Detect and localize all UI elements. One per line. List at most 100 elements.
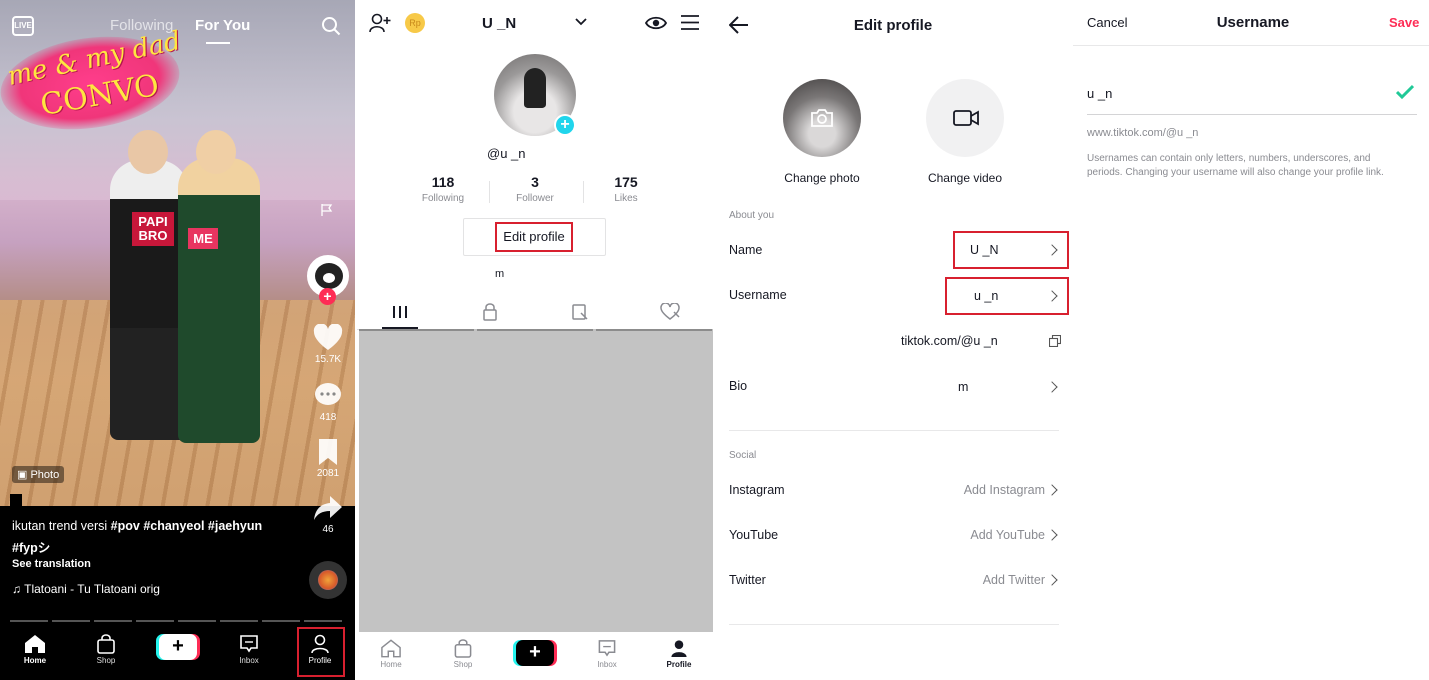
shop-bag-icon	[454, 639, 472, 658]
edit-profile-label[interactable]: Edit profile	[495, 222, 573, 252]
instagram-row-label[interactable]: Instagram	[729, 483, 785, 497]
chevron-right-icon[interactable]	[1046, 381, 1058, 393]
nav-shop-label: Shop	[453, 660, 473, 669]
nav-home[interactable]: Home	[10, 634, 60, 665]
username-input[interactable]: u _n	[1087, 86, 1112, 101]
stat-follower[interactable]: 3 Follower	[495, 174, 575, 204]
live-icon[interactable]: LIVE	[12, 16, 34, 36]
bookmark-icon	[319, 439, 337, 465]
nav-home[interactable]: Home	[366, 639, 416, 669]
private-lock-tab-icon[interactable]	[470, 303, 510, 321]
stat-likes[interactable]: 175 Likes	[586, 174, 666, 204]
username-row-label[interactable]: Username	[729, 288, 787, 302]
nav-inbox-label: Inbox	[239, 656, 259, 665]
twitter-row-label[interactable]: Twitter	[729, 573, 766, 587]
username-edit-panel: Cancel Username Save u _n www.tiktok.com…	[1073, 0, 1429, 680]
music-disc-icon[interactable]	[309, 561, 347, 599]
section-divider	[729, 430, 1059, 431]
nav-home-label: Home	[23, 656, 47, 665]
videos-grid-tab-icon[interactable]	[380, 303, 420, 321]
shop-bag-icon	[97, 634, 115, 654]
video-camera-icon	[953, 110, 979, 126]
search-icon[interactable]	[321, 16, 341, 36]
twitter-value[interactable]: Add Twitter	[983, 573, 1045, 587]
bio-value[interactable]: m	[958, 380, 968, 394]
change-photo-label[interactable]: Change photo	[757, 171, 887, 185]
reposts-tab-icon[interactable]	[559, 303, 599, 321]
person-left	[110, 160, 188, 440]
page-title: Edit profile	[853, 17, 933, 34]
name-row-label[interactable]: Name	[729, 243, 762, 257]
inbox-icon	[598, 640, 616, 657]
photo-badge-label: Photo	[30, 469, 60, 481]
tab-active-indicator	[206, 42, 230, 44]
feed-photo[interactable]: me & my dad CONVO PAPI BRO ME	[0, 0, 356, 506]
report-flag-icon[interactable]	[320, 203, 334, 217]
create-plus-button[interactable]: +	[516, 640, 554, 666]
username-value[interactable]: u _n	[974, 289, 998, 303]
like-count: 15.7K	[314, 354, 342, 365]
profile-header: Rp U _N	[357, 12, 714, 36]
coin-icon[interactable]: Rp	[405, 13, 425, 33]
section-header-about: About you	[729, 210, 775, 221]
profile-bio: m	[495, 268, 505, 280]
stat-likes-num: 175	[614, 174, 638, 190]
bookmark-count: 2081	[316, 468, 340, 479]
chevron-right-icon[interactable]	[1046, 484, 1058, 496]
create-plus-button[interactable]: +	[159, 634, 197, 660]
youtube-row-label[interactable]: YouTube	[729, 528, 778, 542]
nav-home-label: Home	[380, 660, 402, 669]
caption-hashtag-fyp[interactable]: #fypシ	[12, 541, 50, 555]
bookmark-button[interactable]: 2081	[308, 438, 348, 479]
profile-panel: Rp U _N + @u _n 118 Following 3 Follower…	[357, 0, 714, 680]
section-divider	[729, 624, 1059, 625]
tab-following[interactable]: Following	[110, 17, 173, 34]
change-video-label[interactable]: Change video	[900, 171, 1030, 185]
nav-shop[interactable]: Shop	[81, 634, 131, 665]
name-value[interactable]: U _N	[970, 243, 998, 257]
eye-icon[interactable]	[645, 14, 667, 32]
instagram-value[interactable]: Add Instagram	[964, 483, 1045, 497]
grid-separator	[359, 329, 474, 331]
chevron-down-icon[interactable]	[575, 18, 587, 26]
profile-username-title[interactable]: U _N	[482, 15, 516, 32]
stat-separator	[489, 181, 490, 203]
share-button[interactable]: 46	[308, 494, 348, 535]
like-button[interactable]: 15.7K	[308, 324, 348, 365]
stat-follower-label: Follower	[516, 193, 554, 204]
stat-following[interactable]: 118 Following	[403, 174, 483, 204]
caption-hashtags[interactable]: #pov #chanyeol #jaehyun	[111, 519, 262, 533]
profile-person-icon	[671, 640, 687, 658]
save-button[interactable]: Save	[1389, 15, 1419, 30]
add-avatar-button[interactable]: +	[554, 114, 576, 136]
shirt-print-right: ME	[188, 228, 218, 249]
see-translation-link[interactable]: See translation	[12, 558, 91, 570]
chevron-right-icon[interactable]	[1046, 529, 1058, 541]
copy-icon[interactable]	[1049, 335, 1061, 347]
nav-shop-label: Shop	[96, 656, 116, 665]
header-divider	[1073, 45, 1429, 46]
menu-icon[interactable]	[681, 15, 699, 30]
music-ticker[interactable]: ♫ ​Tlatoani - Tu Tlatoani orig	[12, 582, 160, 596]
nav-profile-label: Profile	[666, 660, 692, 669]
comment-button[interactable]: 418	[308, 382, 348, 423]
youtube-value[interactable]: Add YouTube	[970, 528, 1045, 542]
profile-link-value: tiktok.com/@u _n	[901, 334, 998, 348]
videos-grid-blurred[interactable]	[359, 329, 714, 634]
nav-profile[interactable]: Profile	[654, 639, 704, 669]
nav-inbox[interactable]: Inbox	[582, 639, 632, 669]
stat-separator	[583, 181, 584, 203]
stat-following-label: Following	[421, 193, 465, 204]
add-friend-icon[interactable]	[369, 13, 391, 33]
nav-shop[interactable]: Shop	[438, 639, 488, 669]
kuromi-avatar-icon	[315, 263, 343, 289]
page-title: Username	[1216, 14, 1290, 31]
stat-follower-num: 3	[531, 174, 539, 190]
bio-row-label[interactable]: Bio	[729, 379, 747, 393]
tab-for-you[interactable]: For You	[195, 17, 250, 34]
nav-inbox[interactable]: Inbox	[224, 634, 274, 665]
chevron-right-icon[interactable]	[1046, 574, 1058, 586]
follow-plus-button[interactable]: +	[319, 288, 336, 305]
liked-heart-tab-icon[interactable]	[650, 303, 690, 321]
home-icon	[381, 639, 401, 658]
